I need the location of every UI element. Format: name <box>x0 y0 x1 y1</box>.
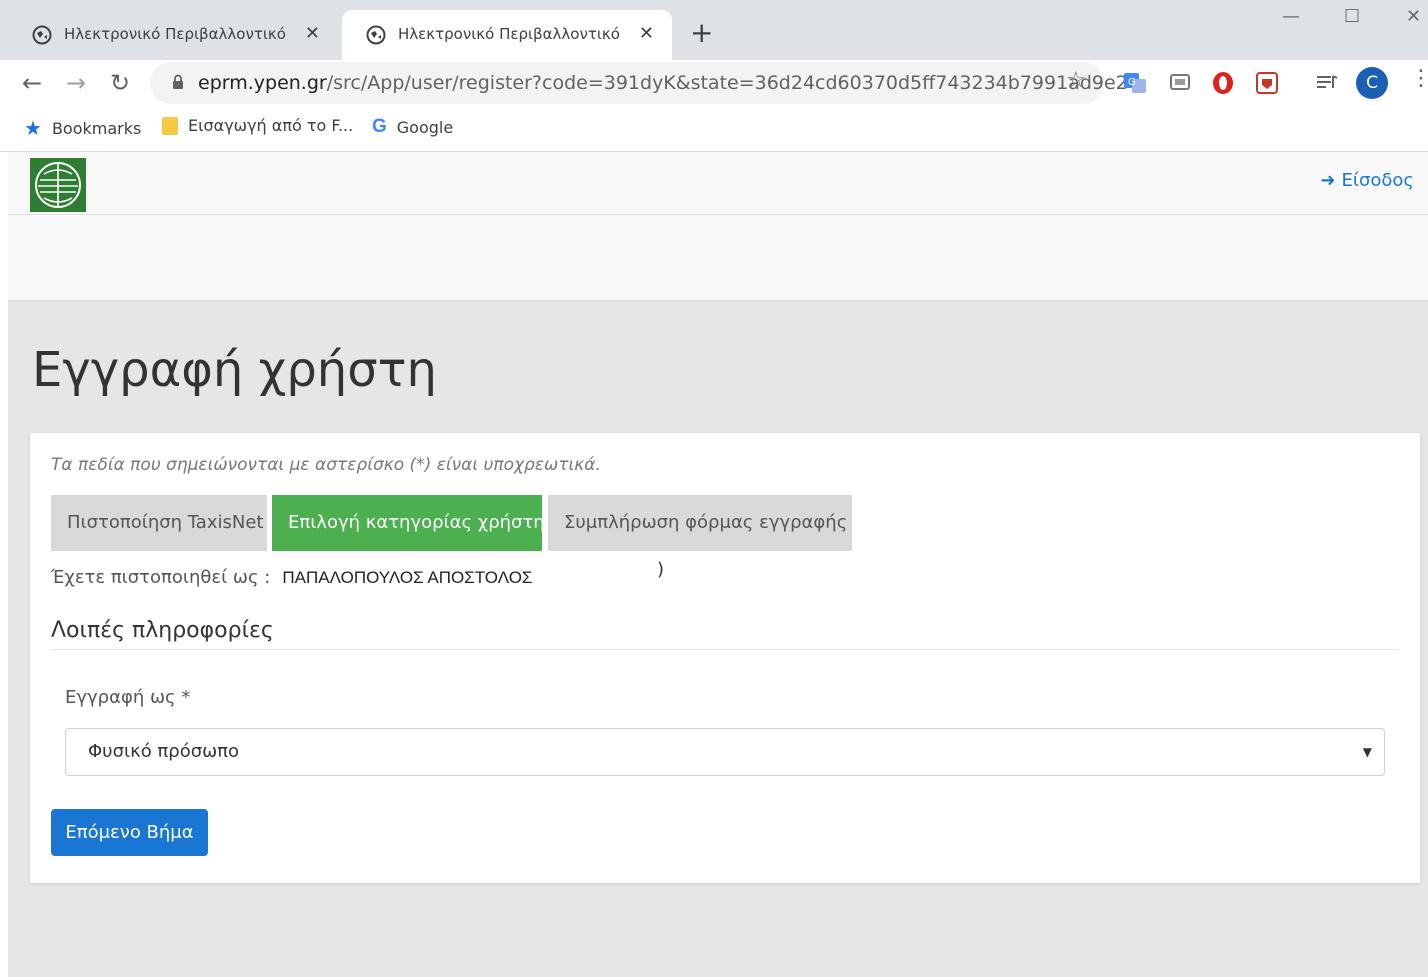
translate-extension-icon[interactable]: G <box>1122 70 1148 96</box>
tab-strip: Ηλεκτρονικό Περιβαλλοντικό Μ ✕ Ηλεκτρονι… <box>0 0 1428 60</box>
browser-tab[interactable]: Ηλεκτρονικό Περιβαλλοντικό Μ ✕ <box>8 10 338 60</box>
chevron-down-icon: ▼ <box>1362 745 1372 759</box>
url-domain: eprm.ypen.gr <box>198 72 327 94</box>
next-step-button[interactable]: Επόμενο Βήμα <box>51 809 208 856</box>
authenticated-as: Έχετε πιστοποιηθεί ως : ΠΑΠΑΛΟΠΟΥΛΟΣ ΑΠΟ… <box>51 567 532 588</box>
authenticated-name: ΠΑΠΑΛΟΠΟΥΛΟΣ ΑΠΟΣΤΟΛΟΣ <box>282 567 533 587</box>
lock-icon <box>173 74 183 89</box>
browser-menu-icon[interactable]: ⋮ <box>1410 66 1428 91</box>
window-close-icon[interactable]: ✕ <box>1406 6 1421 27</box>
media-control-icon[interactable] <box>1314 70 1340 96</box>
authenticated-label: Έχετε πιστοποιηθεί ως : <box>51 567 271 588</box>
sign-in-icon: ➜ <box>1320 170 1336 191</box>
cast-extension-icon[interactable] <box>1167 70 1193 96</box>
opera-extension-icon[interactable] <box>1210 70 1236 96</box>
shield-extension-icon[interactable] <box>1254 70 1280 96</box>
site-logo[interactable] <box>30 158 86 212</box>
minimize-icon[interactable]: — <box>1282 6 1300 27</box>
bookmark-item[interactable]: ★ Bookmarks <box>24 116 141 140</box>
google-icon: G <box>372 116 387 137</box>
site-header: ➜ Είσοδος <box>8 152 1428 302</box>
authenticated-close-paren: ) <box>657 559 665 580</box>
bookmark-label: Bookmarks <box>51 118 142 138</box>
login-label: Είσοδος <box>1341 170 1414 191</box>
url-text[interactable]: eprm.ypen.gr/src/App/user/register?code=… <box>198 72 1128 94</box>
bookmark-label: Google <box>396 117 454 137</box>
section-title: Λοιπές πληροφορίες <box>51 618 274 643</box>
browser-chrome: Ηλεκτρονικό Περιβαλλοντικό Μ ✕ Ηλεκτρονι… <box>0 0 1428 152</box>
step-user-category[interactable]: Επιλογή κατηγορίας χρήστη <box>272 495 545 551</box>
forward-icon[interactable]: → <box>66 68 86 98</box>
close-icon[interactable]: ✕ <box>305 23 320 44</box>
required-fields-note: Τα πεδία που σημειώνονται με αστερίσκο (… <box>51 455 601 475</box>
tab-title: Ηλεκτρονικό Περιβαλλοντικό Μ <box>398 25 620 43</box>
register-as-select[interactable]: Φυσικό πρόσωπο ▼ <box>65 728 1385 776</box>
globe-icon <box>32 25 52 45</box>
bookmark-star-icon[interactable]: ☆ <box>1066 68 1086 93</box>
reload-icon[interactable]: ↻ <box>110 68 130 98</box>
header-divider <box>8 214 1428 215</box>
browser-tab-active[interactable]: Ηλεκτρονικό Περιβαλλοντικό Μ ✕ <box>342 10 672 60</box>
step-taxisnet[interactable]: Πιστοποίηση TaxisNet <box>51 495 267 551</box>
page-content: ➜ Είσοδος Εγγραφή χρήστη Τα πεδία που ση… <box>8 152 1428 977</box>
bookmark-item[interactable]: G Google <box>372 116 453 138</box>
section-divider <box>51 649 1399 650</box>
folder-icon <box>162 116 178 135</box>
bookmarks-bar: ★ Bookmarks Εισαγωγή από το F... G Googl… <box>0 106 1428 152</box>
address-bar[interactable]: eprm.ypen.gr/src/App/user/register?code=… <box>150 62 1128 104</box>
back-icon[interactable]: ← <box>22 68 42 98</box>
new-tab-button[interactable]: + <box>690 16 713 50</box>
register-as-value: Φυσικό πρόσωπο <box>88 741 240 762</box>
profile-avatar[interactable]: C <box>1356 67 1388 99</box>
svg-text:G: G <box>1128 77 1136 88</box>
register-as-label: Εγγραφή ως * <box>65 687 191 708</box>
star-icon: ★ <box>24 116 42 140</box>
bookmark-item[interactable]: Εισαγωγή από το F... <box>162 116 353 135</box>
maximize-icon[interactable]: ☐ <box>1344 6 1360 27</box>
step-registration-form[interactable]: Συμπλήρωση φόρμας εγγραφής <box>548 495 852 551</box>
page-title: Εγγραφή χρήστη <box>32 342 437 398</box>
registration-card: Τα πεδία που σημειώνονται με αστερίσκο (… <box>30 433 1420 883</box>
globe-icon <box>366 25 386 45</box>
url-path: /src/App/user/register?code=391dyK&state… <box>326 72 1128 94</box>
tab-title: Ηλεκτρονικό Περιβαλλοντικό Μ <box>64 25 286 43</box>
bookmark-label: Εισαγωγή από το F... <box>188 116 354 135</box>
login-link[interactable]: ➜ Είσοδος <box>1320 170 1414 191</box>
close-icon[interactable]: ✕ <box>639 23 654 44</box>
